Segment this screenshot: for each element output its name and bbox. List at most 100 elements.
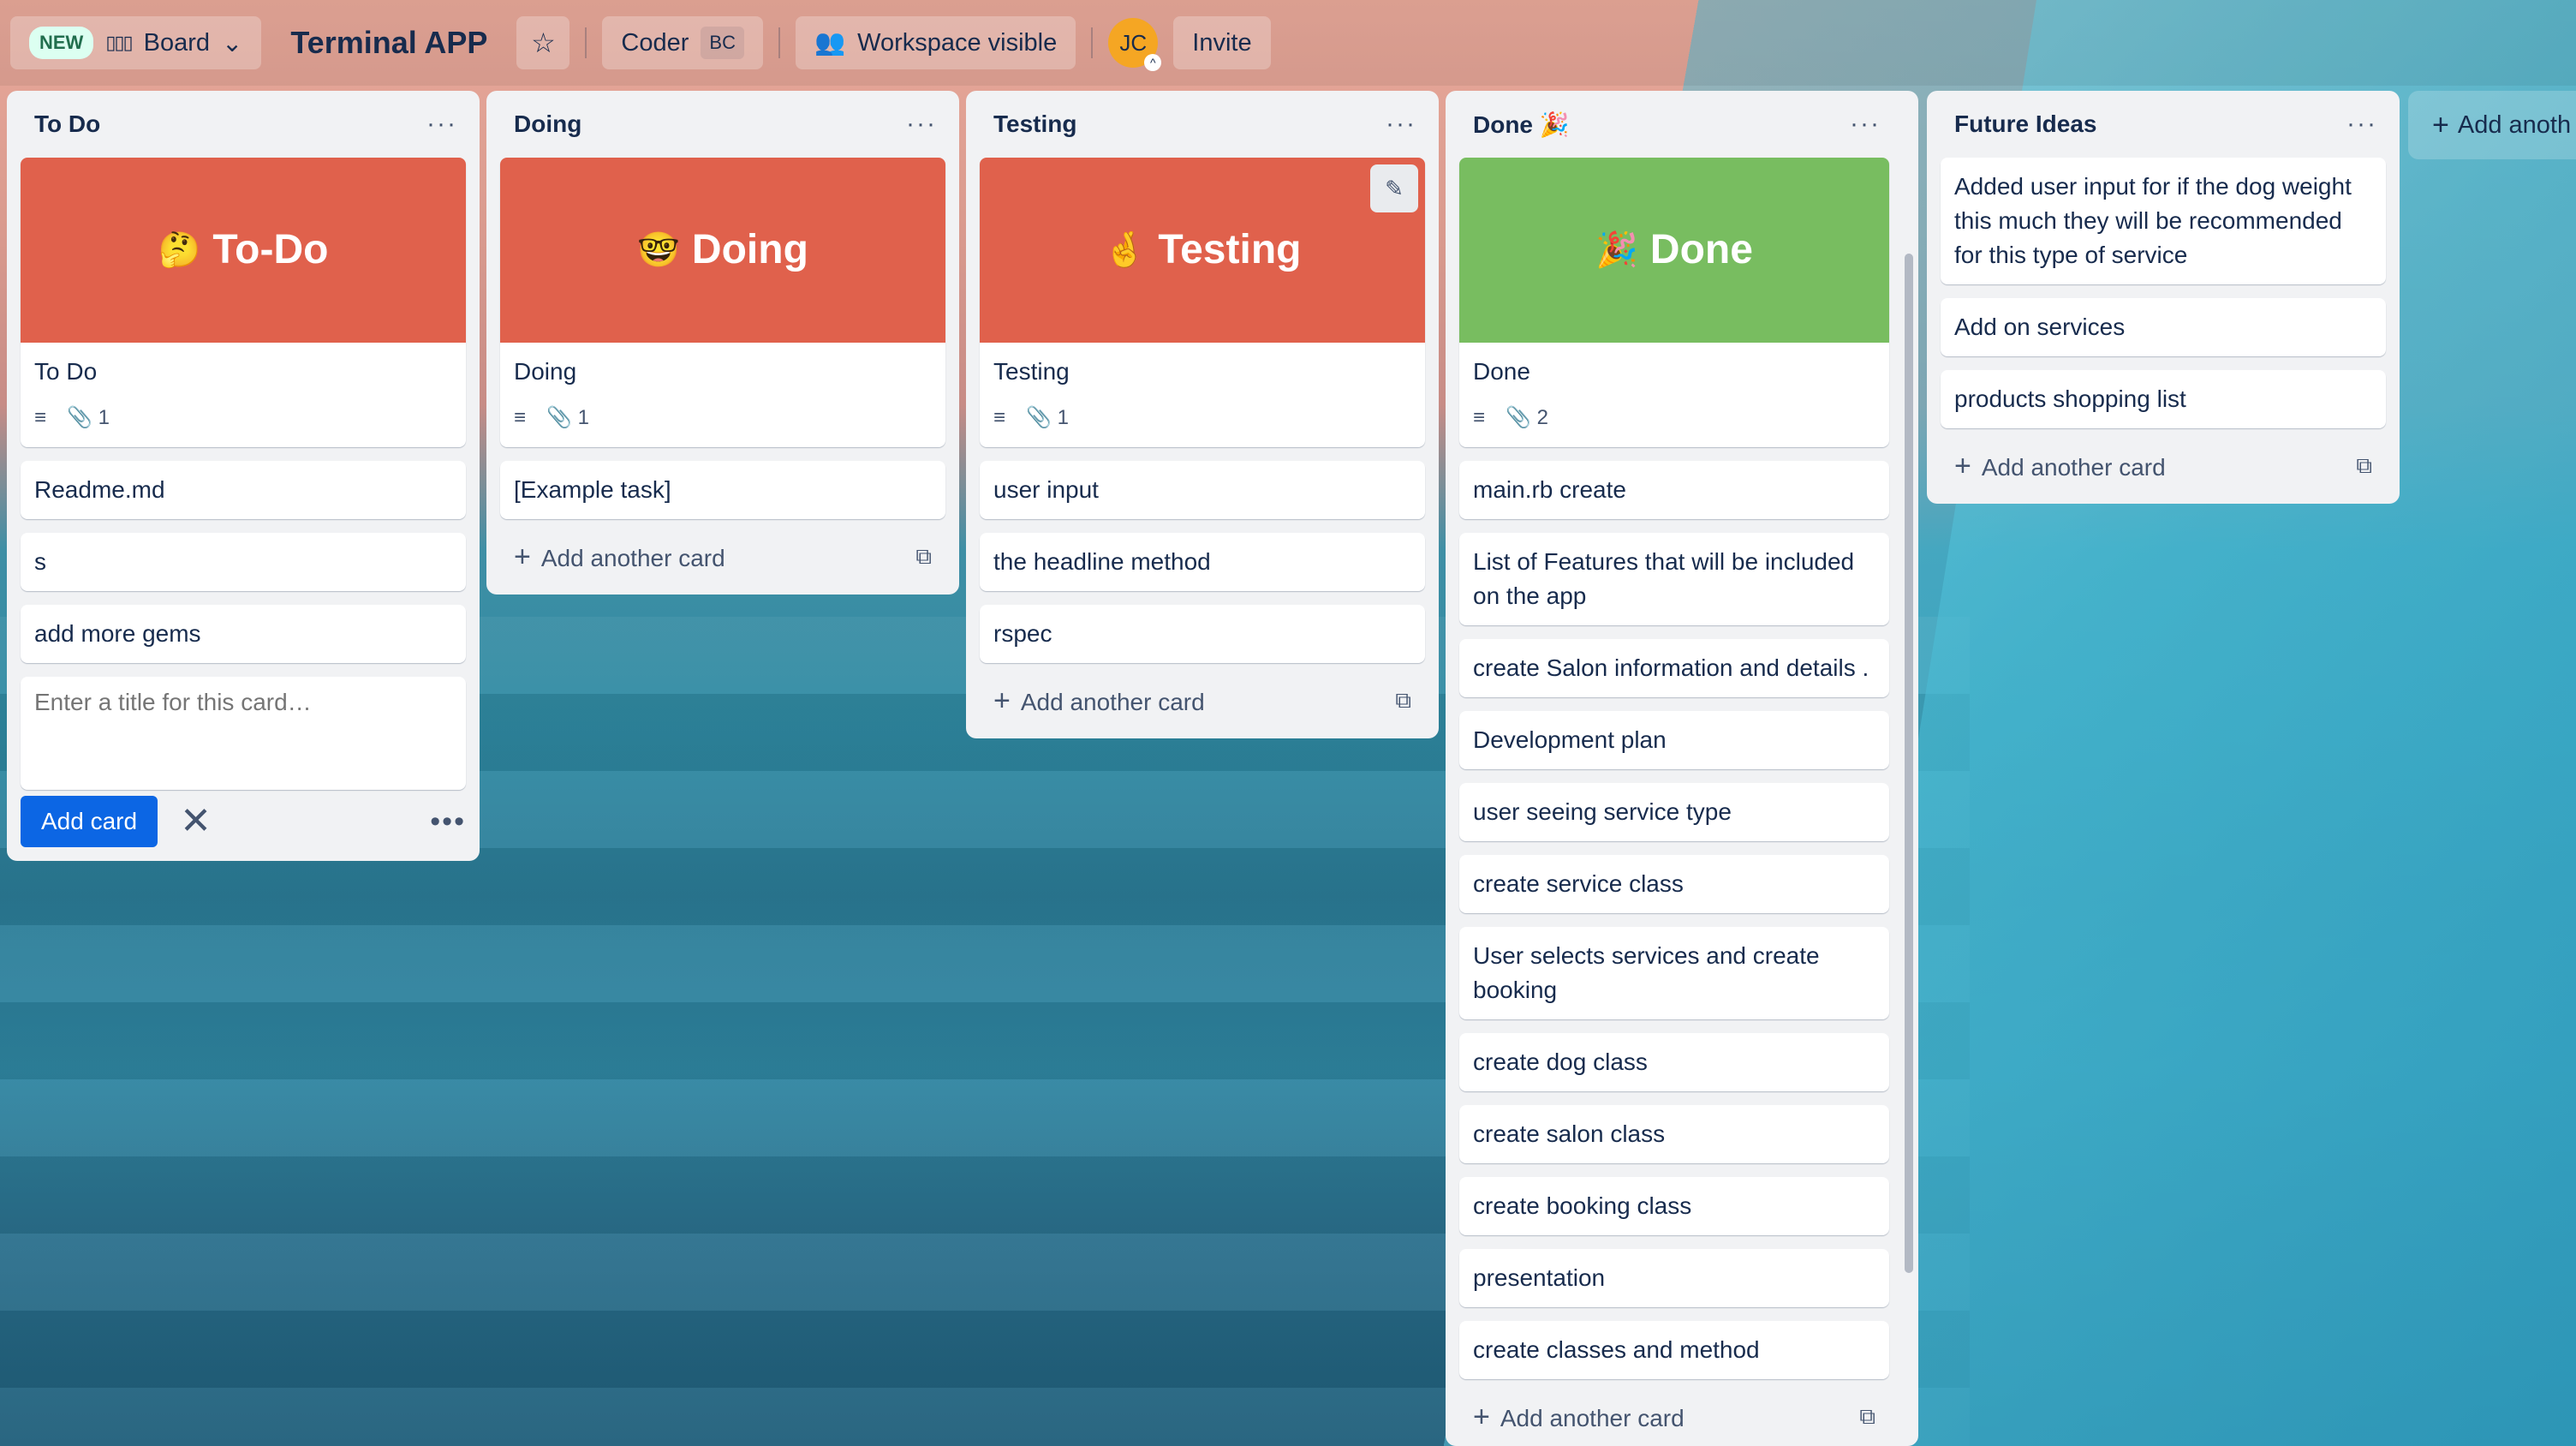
list-title[interactable]: Done 🎉 [1473,111,1570,139]
list-menu-icon[interactable]: ··· [2346,110,2377,139]
paperclip-icon: 📎 [1506,406,1531,429]
pencil-icon[interactable]: ✎ [1370,164,1418,212]
list-item[interactable]: Added user input for if the dog weight t… [1941,158,2386,284]
card-title: To Do [34,358,98,385]
party-emoji: 🎉 [1595,231,1638,269]
board-title[interactable]: Terminal APP [277,25,501,61]
list-title[interactable]: Future Ideas [1954,111,2096,138]
list-item[interactable]: User selects services and create booking [1459,927,1889,1019]
list-item[interactable]: user input [980,461,1425,519]
description-icon: ≡ [34,406,47,429]
invite-label: Invite [1192,28,1252,57]
list-item[interactable]: add more gems [21,605,466,663]
list-item[interactable]: create salon class [1459,1105,1889,1163]
cover-text: Doing [691,227,808,272]
composer-actions: Add card ✕ ••• [21,796,466,847]
list-item[interactable]: List of Features that will be included o… [1459,533,1889,625]
more-options-icon[interactable]: ••• [430,805,466,839]
paperclip-icon: 📎 [1026,406,1052,429]
list-item[interactable]: s [21,533,466,591]
avatar[interactable]: JC ^ [1108,18,1162,71]
list-menu-icon[interactable]: ··· [426,110,457,139]
card-badges: ≡ 📎 1 [21,401,466,447]
plus-icon: + [1954,449,1971,482]
list-item[interactable]: Readme.md [21,461,466,519]
cover-card[interactable]: 🤞 Testing ✎ Testing ≡ 📎 1 [980,158,1425,447]
visibility-button[interactable]: 👥 Workspace visible [795,16,1076,69]
attachment-badge: 📎 2 [1506,406,1548,429]
template-icon[interactable]: ⧉ [2356,452,2372,480]
list-item[interactable]: create booking class [1459,1177,1889,1235]
card-cover: 🎉 Done [1459,158,1889,343]
card-cover: 🤓 Doing [500,158,945,343]
add-another-card-button[interactable]: + Add another card ⧉ [980,677,1425,725]
list-menu-icon[interactable]: ··· [1850,110,1881,139]
close-icon[interactable]: ✕ [180,803,212,840]
description-icon: ≡ [514,406,527,429]
scrollbar-thumb[interactable] [1905,254,1913,1273]
divider [1091,27,1094,58]
template-icon[interactable]: ⧉ [1395,687,1411,714]
add-another-card-button[interactable]: + Add another card ⧉ [500,533,945,581]
list-header: Future Ideas ··· [1941,91,2386,158]
list-future-ideas: Future Ideas ··· Added user input for if… [1927,91,2400,504]
workspace-badge: BC [701,27,744,59]
card-badges: ≡ 📎 1 [980,401,1425,447]
cover-text: Done [1649,227,1753,272]
list-item[interactable]: main.rb create [1459,461,1889,519]
list-item[interactable]: Add on services [1941,298,2386,356]
nerd-emoji: 🤓 [637,231,680,269]
card-composer: Add card ✕ ••• [21,677,466,847]
list-item[interactable]: user seeing service type [1459,783,1889,841]
list-item[interactable]: create service class [1459,855,1889,913]
view-switcher[interactable]: NEW ▯▯▯ Board ⌄ [10,16,262,69]
add-another-card-button[interactable]: + Add another card ⧉ [1459,1393,1889,1441]
attachment-badge: 📎 1 [1026,406,1069,429]
card-title-input[interactable] [21,677,466,790]
add-card-button[interactable]: Add card [21,796,158,847]
plus-icon: + [993,684,1011,717]
add-list-label: Add anoth [2457,111,2572,139]
list-done: Done 🎉 ··· 🎉 Done Done ≡ 📎 2 main.rb cre… [1446,91,1918,1446]
list-menu-icon[interactable]: ··· [1386,110,1416,139]
card-badges: ≡ 📎 2 [1459,401,1889,447]
add-another-card-button[interactable]: + Add another card ⧉ [1941,442,2386,490]
plus-icon: + [514,540,531,573]
list-title[interactable]: Doing [514,111,581,138]
list-item[interactable]: the headline method [980,533,1425,591]
list-testing: Testing ··· 🤞 Testing ✎ Testing ≡ 📎 1 us… [966,91,1439,738]
new-badge: NEW [29,27,94,59]
attachment-badge: 📎 1 [546,406,589,429]
list-item[interactable]: products shopping list [1941,370,2386,428]
list-header: Done 🎉 ··· [1459,91,1889,158]
list-item[interactable]: [Example task] [500,461,945,519]
list-item[interactable]: Development plan [1459,711,1889,769]
template-icon[interactable]: ⧉ [1859,1403,1875,1431]
list-title[interactable]: Testing [993,111,1076,138]
list-scrollbar[interactable] [1905,254,1913,1273]
list-item[interactable]: create classes and method [1459,1321,1889,1379]
list-item[interactable]: create dog class [1459,1033,1889,1091]
list-item[interactable]: create Salon information and details . [1459,639,1889,697]
cover-card[interactable]: 🤓 Doing Doing ≡ 📎 1 [500,158,945,447]
crossed-fingers-emoji: 🤞 [1103,231,1147,269]
list-menu-icon[interactable]: ··· [906,110,937,139]
star-button[interactable]: ☆ [516,16,570,69]
people-icon: 👥 [814,29,846,57]
invite-button[interactable]: Invite [1173,16,1271,69]
add-another-list-button[interactable]: + Add anoth [2408,91,2576,159]
list-item[interactable]: rspec [980,605,1425,663]
description-icon: ≡ [993,406,1006,429]
list-header: To Do ··· [21,91,466,158]
list-item[interactable]: presentation [1459,1249,1889,1307]
list-title[interactable]: To Do [34,111,100,138]
cover-text: To-Do [212,227,329,272]
cover-card[interactable]: 🎉 Done Done ≡ 📎 2 [1459,158,1889,447]
template-icon[interactable]: ⧉ [915,543,932,571]
workspace-button[interactable]: Coder BC [602,16,763,69]
list-header: Doing ··· [500,91,945,158]
avatar-initials: JC [1119,29,1148,56]
card-title: Doing [514,358,577,385]
list-doing: Doing ··· 🤓 Doing Doing ≡ 📎 1 [Example t… [486,91,959,595]
cover-card[interactable]: 🤔 To-Do To Do ≡ 📎 1 [21,158,466,447]
